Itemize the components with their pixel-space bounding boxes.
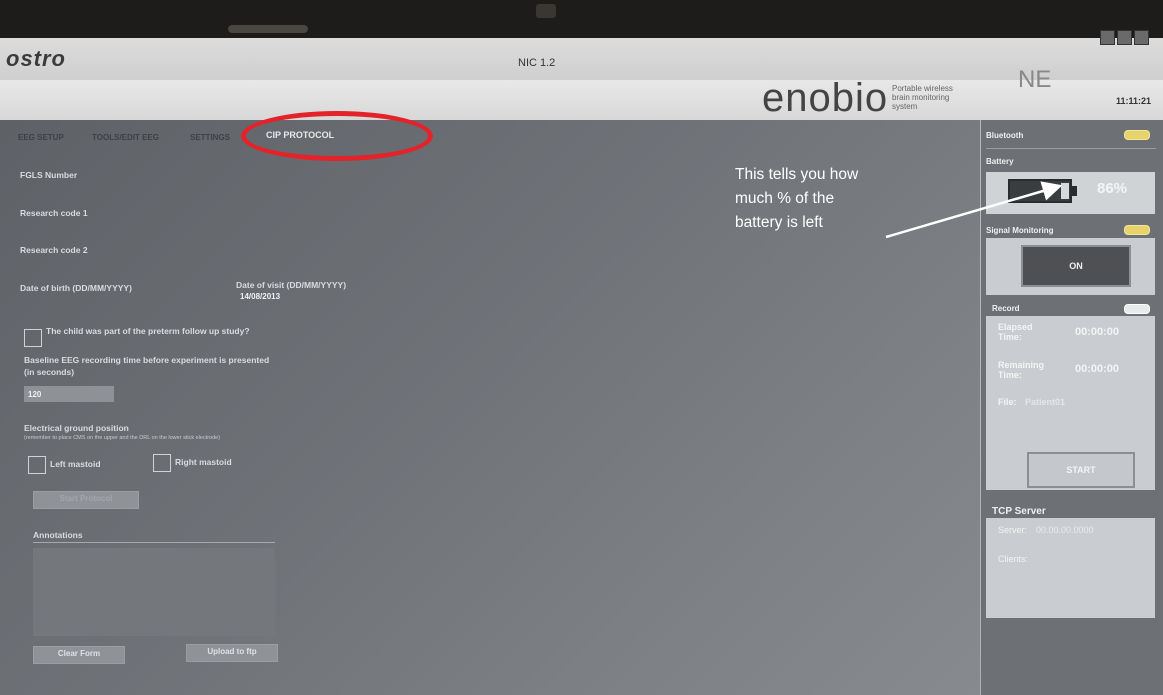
divider <box>986 148 1156 149</box>
bluetooth-indicator <box>1124 130 1150 140</box>
logo-tagline: Portable wireless brain monitoring syste… <box>892 84 953 111</box>
preterm-checkbox[interactable] <box>24 329 42 347</box>
right-mastoid-label: Right mastoid <box>175 457 232 467</box>
tagline-line: system <box>892 102 918 111</box>
server-value: 00.00.00.0000 <box>1036 525 1094 535</box>
server-label: Server: <box>998 525 1028 535</box>
webcam <box>536 4 556 18</box>
speaker-grille <box>228 25 308 33</box>
left-mastoid-label: Left mastoid <box>50 459 101 469</box>
tab-eeg-setup[interactable]: EEG SETUP <box>18 133 64 142</box>
dov-value[interactable]: 14/08/2013 <box>240 292 280 301</box>
research-code-1-label: Research code 1 <box>20 208 88 218</box>
start-protocol-button[interactable]: Start Protocol <box>33 491 139 509</box>
close-button[interactable] <box>1134 30 1149 45</box>
highlight-circle <box>241 111 433 161</box>
remaining-label: Remaining Time: <box>998 360 1044 380</box>
os-brand: ostro <box>6 46 66 71</box>
arrow-line <box>885 181 1063 239</box>
clock: 11:11:21 <box>1116 96 1152 106</box>
bluetooth-label: Bluetooth <box>986 131 1024 140</box>
app-header <box>0 80 1163 120</box>
elapsed-label-line: Elapsed <box>998 322 1033 332</box>
clients-label: Clients: <box>998 554 1029 564</box>
tcp-server-label: TCP Server <box>992 506 1046 517</box>
remaining-label-line: Remaining <box>998 360 1045 370</box>
battery-label: Battery <box>986 157 1014 166</box>
dov-label: Date of visit (DD/MM/YYYY) <box>236 280 347 290</box>
ground-label: Electrical ground position <box>24 423 129 433</box>
baseline-unit-label: (in seconds) <box>24 367 75 377</box>
elapsed-time: 00:00:00 <box>1075 326 1120 338</box>
elapsed-label: Elapsed Time: <box>998 322 1033 342</box>
maximize-button[interactable] <box>1117 30 1132 45</box>
record-label: Record <box>992 304 1020 313</box>
signal-on-button[interactable]: ON <box>1021 245 1131 287</box>
elapsed-label-line: Time: <box>998 332 1022 342</box>
clear-form-button[interactable]: Clear Form <box>33 646 125 664</box>
upload-ftp-button[interactable]: Upload to ftp <box>186 644 278 662</box>
record-indicator <box>1124 304 1150 314</box>
start-button[interactable]: START <box>1027 452 1135 488</box>
file-value: Patient01 <box>1025 397 1066 407</box>
annotation-arrow <box>885 181 1063 239</box>
remaining-time: 00:00:00 <box>1075 363 1120 375</box>
right-mastoid-checkbox[interactable] <box>153 454 171 472</box>
tab-settings[interactable]: SETTINGS <box>190 133 230 142</box>
window-title: NIC 1.2 <box>518 57 556 69</box>
annotations-textarea[interactable] <box>33 548 275 636</box>
battery-percent: 86% <box>1097 180 1128 197</box>
enobio-logo: enobio <box>762 76 889 120</box>
annotations-label: Annotations <box>33 530 83 540</box>
tagline-line: Portable wireless <box>892 84 953 93</box>
file-label: File: <box>998 397 1017 407</box>
ground-hint: (remember to place CMS on the upper and … <box>24 435 221 441</box>
tab-tools[interactable]: TOOLS/EDIT EEG <box>92 133 159 142</box>
baseline-label: Baseline EEG recording time before exper… <box>24 355 270 365</box>
partner-logo: NE <box>1018 66 1052 93</box>
research-code-2-label: Research code 2 <box>20 245 88 255</box>
tagline-line: brain monitoring <box>892 93 950 102</box>
window-titlebar <box>0 38 1163 80</box>
signal-indicator <box>1124 225 1150 235</box>
dob-label: Date of birth (DD/MM/YYYY) <box>20 283 132 293</box>
fgls-label: FGLS Number <box>20 170 78 180</box>
annotations-divider <box>33 542 275 543</box>
preterm-label: The child was part of the preterm follow… <box>46 326 250 336</box>
left-mastoid-checkbox[interactable] <box>28 456 46 474</box>
baseline-value: 120 <box>28 390 42 399</box>
minimize-button[interactable] <box>1100 30 1115 45</box>
remaining-label-line: Time: <box>998 370 1022 380</box>
